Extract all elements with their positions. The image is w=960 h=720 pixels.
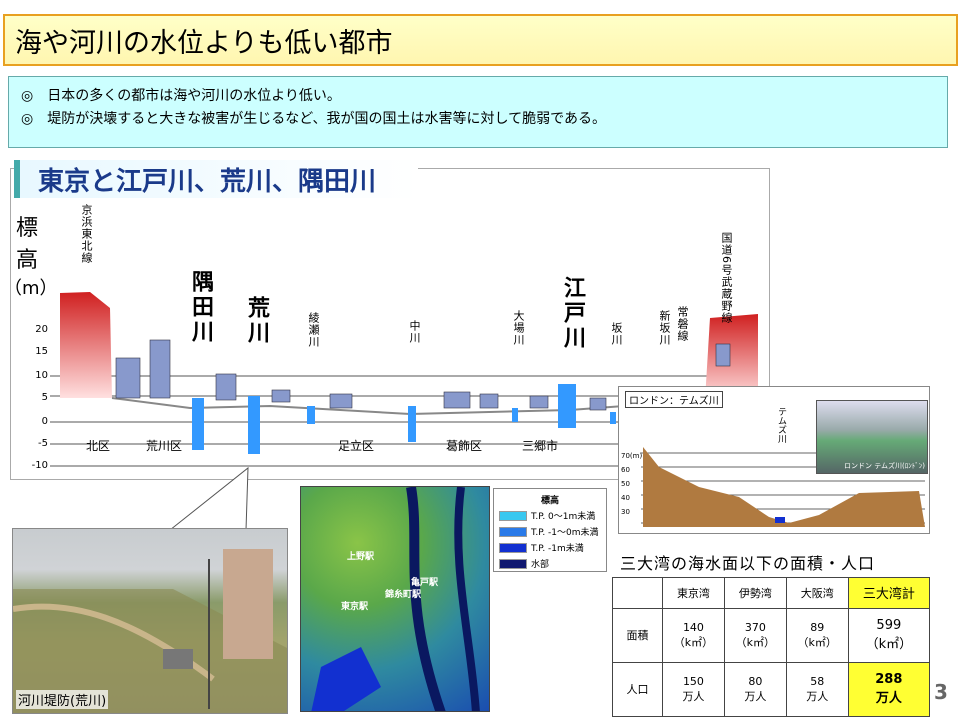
ward-label: 足立区 [338,439,375,453]
bays-table: 東京湾 伊勢湾 大阪湾 三大湾計 面積 140 （k㎡） 370 （k㎡） 89… [612,577,931,718]
tokyo-elevation-map: 上野駅 東京駅 錦糸町駅 亀戸駅 [300,486,490,712]
legend-label: T.P. -1m未満 [531,544,584,554]
ward-label: 荒川区 [146,439,183,453]
legend-swatch [499,542,527,553]
oba-channel [512,408,518,422]
table-cell: 80 万人 [723,661,787,718]
river-label: 大場川 [512,310,525,346]
callout-pointer [170,466,249,531]
table-cell-total: 288 万人 [847,661,931,718]
tick: 70(m) [621,452,643,460]
svg-text:-5: -5 [38,438,48,449]
left-hill [60,292,112,398]
svg-text:20: 20 [35,324,48,335]
table-cell: 89 （k㎡） [785,607,849,663]
table-row: 面積 140 （k㎡） 370 （k㎡） 89 （k㎡） 599 （k㎡） [612,607,931,663]
table-cell: 370 （k㎡） [723,607,787,663]
svg-text:5: 5 [42,392,48,403]
svg-text:0: 0 [42,416,48,427]
rail-label: 京浜東北線 [80,204,93,264]
legend-row: T.P. 0～1m未満 [499,509,601,522]
river-name-edogawa: 江戸川 [560,276,585,351]
levee-photo [12,528,288,714]
river-name-arakawa: 荒川 [244,296,269,346]
levee-illustration [13,549,287,713]
header-cell: 伊勢湾 [723,577,787,609]
legend-label: T.P. 0～1m未満 [531,512,596,522]
arakawa-channel [248,396,260,454]
legend-swatch [499,526,527,537]
tick: 60 [621,466,630,474]
legend-swatch [499,558,527,569]
header-cell [612,577,663,609]
row-label: 面積 [612,607,663,663]
road-label: 国道6号武蔵野線 [720,232,733,324]
map-label-kinshicho: 錦糸町駅 [385,590,422,600]
thames-photo-caption: ロンドン テムズ川(ﾛﾝﾄﾞﾝ) [844,462,925,470]
note-line: ◎ 日本の多くの都市は海や河川の水位より低い。 [21,88,341,104]
legend-row: T.P. -1m未満 [499,541,601,554]
section-banner-text: 東京と江戸川、荒川、隅田川 [38,166,377,197]
ward-label: 三郷市 [522,439,559,453]
table-cell: 140 （k㎡） [662,607,725,663]
section-banner: 東京と江戸川、荒川、隅田川 [14,160,418,198]
note-line: ◎ 堤防が決壊すると大きな被害が生じるなど、我が国の国土は水害等に対して脆弱であ… [21,111,606,127]
header-cell: 大阪湾 [785,577,849,609]
table-cell: 150 万人 [662,661,725,718]
header-cell-total: 三大湾計 [847,577,931,609]
river-label: 新坂川 [658,310,671,346]
legend-title: 標高 [540,496,559,506]
rail-label: 常磐線 [676,306,689,342]
notes-box: ◎ 日本の多くの都市は海や河川の水位より低い。 ◎ 堤防が決壊すると大きな被害が… [8,76,948,148]
legend-label: 水部 [531,560,550,570]
map-label-ueno: 上野駅 [347,552,375,562]
thames-label: テムズ川 [776,407,786,443]
y-axis-label: 高 [16,248,39,273]
map-legend: 標高 T.P. 0～1m未満 T.P. -1～0m未満 T.P. -1m未満 水… [493,488,607,572]
river-label: 坂川 [610,322,623,346]
y-axis-label: 標 [16,216,39,241]
svg-text:15: 15 [35,346,48,357]
ward-label: 北区 [86,439,111,453]
legend-row: 水部 [499,557,601,570]
slide-title: 海や河川の水位よりも低い都市 [15,27,393,59]
tick: 30 [621,508,630,516]
page-number: 3 [934,680,948,704]
sumida-channel [192,398,204,450]
london-ticks: 70(m) 60 50 40 30 [621,449,642,519]
photo-caption: 河川堤防(荒川) [16,690,109,709]
table-header-row: 東京湾 伊勢湾 大阪湾 三大湾計 [612,577,931,609]
naka-channel [408,406,416,442]
river-label: 綾瀬川 [307,312,320,348]
river-name-sumida: 隅田川 [188,270,213,345]
header-cell: 東京湾 [662,577,725,609]
tick: 40 [621,494,630,502]
table-caption: 三大湾の海水面以下の面積・人口 [620,554,876,573]
thames-photo: ロンドン テムズ川(ﾛﾝﾄﾞﾝ) [816,400,928,474]
river-label: 中川 [408,320,421,344]
table-row: 人口 150 万人 80 万人 58 万人 288 万人 [612,661,931,718]
ayase-channel [307,406,315,424]
tick: 50 [621,480,630,488]
y-axis-unit: （m） [4,278,58,299]
ward-label: 葛飾区 [446,439,483,453]
svg-text:-10: -10 [32,460,48,471]
table-cell-total: 599 （k㎡） [847,607,931,663]
map-label-kameido: 亀戸駅 [411,578,439,588]
saka-channel [610,412,616,424]
table-cell: 58 万人 [785,661,849,718]
map-label-tokyo: 東京駅 [341,602,369,612]
legend-swatch [499,510,527,521]
svg-text:10: 10 [35,370,48,381]
edogawa-channel [558,384,576,428]
legend-row: T.P. -1～0m未満 [499,525,601,538]
row-label: 人口 [612,661,663,718]
slide-title-bar: 海や河川の水位よりも低い都市 [3,14,958,66]
legend-label: T.P. -1～0m未満 [531,528,599,538]
